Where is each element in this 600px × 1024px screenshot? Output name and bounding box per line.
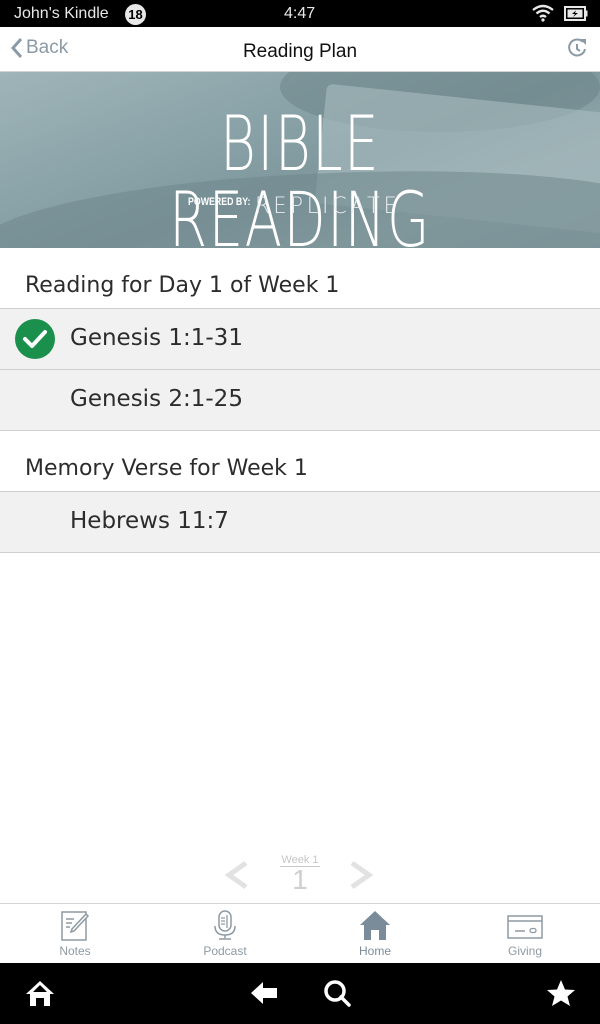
tab-giving[interactable]: Giving: [450, 904, 600, 963]
tab-label: Giving: [507, 944, 542, 958]
tab-home[interactable]: Home: [300, 904, 450, 963]
chevron-left-icon[interactable]: [224, 860, 250, 894]
memory-verse-item[interactable]: Hebrews 11:7: [0, 492, 600, 553]
chevron-right-icon[interactable]: [348, 860, 374, 894]
refresh-clock-icon[interactable]: [566, 37, 588, 63]
check-complete-icon[interactable]: [15, 319, 55, 365]
reading-item[interactable]: Genesis 2:1-25: [0, 370, 600, 431]
powered-by-label: POWERED BY:: [188, 196, 251, 208]
notification-badge[interactable]: 18: [125, 4, 146, 25]
tab-label: Home: [358, 944, 391, 958]
credit-card-icon: [507, 915, 543, 939]
microphone-icon: [214, 910, 236, 940]
brand-logo: REPLICATE: [255, 194, 401, 219]
reading-item[interactable]: Genesis 1:1-31: [0, 309, 600, 370]
bible-reading-banner: BIBLE READING POWERED BY: REPLICATE: [0, 72, 600, 248]
home-icon[interactable]: [25, 979, 55, 1011]
reading-item-label: Genesis 2:1-25: [70, 386, 243, 412]
system-nav-bar: [0, 963, 600, 1024]
memory-verse-label: Hebrews 11:7: [70, 508, 229, 534]
battery-charging-icon: [564, 6, 588, 26]
status-bar: John's Kindle 18 4:47: [0, 0, 600, 27]
device-name: John's Kindle: [14, 5, 109, 22]
reading-item-label: Genesis 1:1-31: [70, 325, 243, 351]
tab-notes[interactable]: Notes: [0, 904, 150, 963]
search-icon[interactable]: [323, 979, 351, 1011]
section-header-memory-verse: Memory Verse for Week 1: [0, 431, 600, 492]
section-header-daily-reading: Reading for Day 1 of Week 1: [0, 248, 600, 309]
wifi-icon: [532, 4, 554, 27]
tab-podcast[interactable]: Podcast: [150, 904, 300, 963]
week-pager: Week 1 1: [0, 852, 600, 902]
home-icon: [360, 911, 390, 940]
back-arrow-icon[interactable]: [250, 979, 278, 1011]
tab-bar: Notes Podcast Home Giving: [0, 903, 600, 963]
tab-label: Notes: [59, 944, 91, 958]
clock: 4:47: [284, 5, 316, 22]
page-title: Reading Plan: [242, 41, 358, 62]
banner-headline: BIBLE READING: [169, 99, 431, 249]
notes-icon: [61, 911, 90, 941]
week-number: 1: [292, 864, 308, 895]
nav-bar: Back Reading Plan: [0, 27, 600, 72]
tab-label: Podcast: [203, 944, 247, 958]
star-icon[interactable]: [546, 979, 576, 1011]
